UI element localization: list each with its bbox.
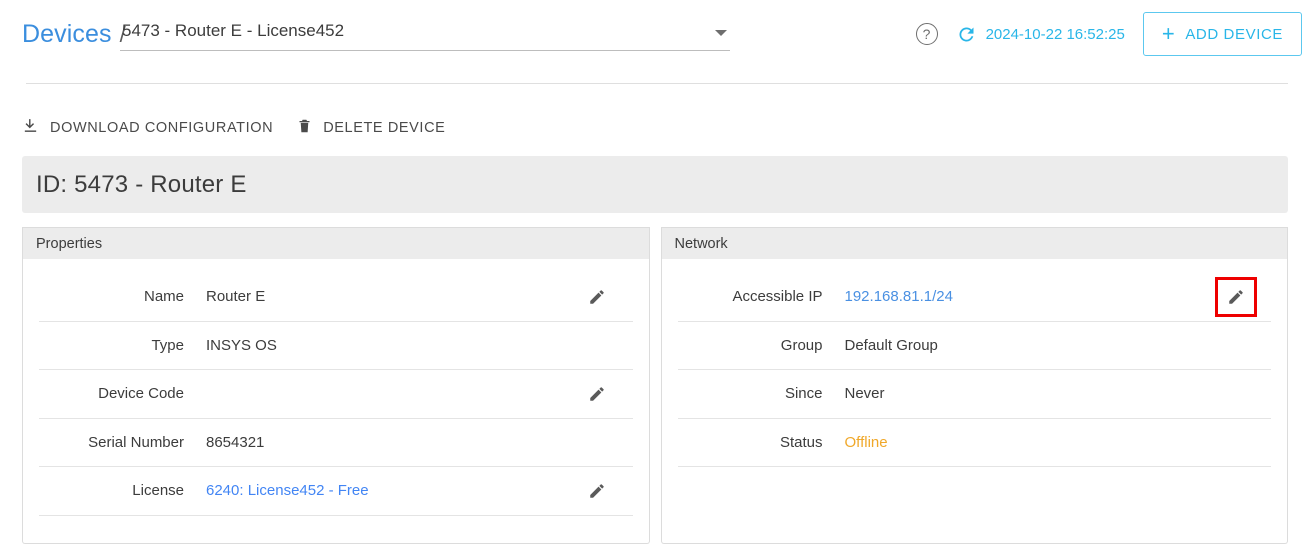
page-header: Devices / 5473 - Router E - License452 ?… <box>0 0 1310 84</box>
row-value: INSYS OS <box>206 336 277 354</box>
edit-pencil-icon[interactable] <box>581 281 613 313</box>
table-row: Group Default Group <box>677 322 1271 370</box>
add-device-button[interactable]: + ADD DEVICE <box>1142 12 1302 56</box>
table-row: License 6240: License452 - Free <box>39 467 633 516</box>
edit-pencil-icon[interactable] <box>581 378 613 410</box>
properties-rows: Name Router E Type INSYS OS Device Code <box>23 273 649 516</box>
row-label: Accessible IP <box>732 288 823 306</box>
header-divider <box>26 83 1288 84</box>
breadcrumb-devices-link[interactable]: Devices <box>22 20 112 49</box>
delete-device-label: DELETE DEVICE <box>323 120 446 136</box>
row-label: Serial Number <box>88 433 184 451</box>
add-device-label: ADD DEVICE <box>1185 25 1283 43</box>
table-row: Since Never <box>677 370 1271 419</box>
row-label: Since <box>784 385 823 403</box>
page-title: ID: 5473 - Router E <box>36 170 247 198</box>
download-configuration-button[interactable]: DOWNLOAD CONFIGURATION <box>22 117 273 139</box>
row-label: Type <box>151 336 184 354</box>
header-actions: ? 2024-10-22 16:52:25 + ADD DEVICE <box>915 12 1310 56</box>
row-label: Status <box>779 433 823 451</box>
table-row: Device Code <box>39 370 633 419</box>
device-detail-page: Devices / 5473 - Router E - License452 ?… <box>0 0 1310 544</box>
network-panel-title: Network <box>674 235 728 252</box>
table-row: Accessible IP 192.168.81.1/24 <box>677 273 1271 322</box>
status-badge: Offline <box>844 433 888 451</box>
row-label: Device Code <box>98 385 184 403</box>
chevron-down-icon <box>715 30 727 36</box>
network-panel-header: Network <box>660 227 1288 259</box>
network-rows: Accessible IP 192.168.81.1/24 Group Defa… <box>662 273 1288 467</box>
last-refresh-timestamp: 2024-10-22 16:52:25 <box>985 25 1125 43</box>
properties-panel-title: Properties <box>36 235 103 252</box>
device-title-bar: ID: 5473 - Router E <box>22 156 1288 213</box>
help-icon[interactable]: ? <box>915 23 938 45</box>
table-row: Name Router E <box>39 273 633 322</box>
plus-icon: + <box>1161 21 1176 46</box>
accessible-ip-link[interactable]: 192.168.81.1/24 <box>845 288 1216 305</box>
trash-icon <box>297 117 312 140</box>
action-bar: DOWNLOAD CONFIGURATION DELETE DEVICE <box>22 110 469 146</box>
refresh-icon[interactable] <box>956 24 977 45</box>
download-configuration-label: DOWNLOAD CONFIGURATION <box>50 120 274 136</box>
table-row: Status Offline <box>677 419 1271 467</box>
breadcrumb: Devices / <box>22 20 132 49</box>
properties-panel-header: Properties <box>22 227 650 259</box>
properties-panel: Properties Name Router E Type INSYS OS D… <box>22 227 650 544</box>
device-select-dropdown[interactable]: 5473 - Router E - License452 <box>120 21 730 51</box>
device-select-value: 5473 - Router E - License452 <box>122 21 345 40</box>
table-row: Serial Number 8654321 <box>39 419 633 467</box>
row-value: Default Group <box>844 336 938 354</box>
edit-pencil-icon-highlighted[interactable] <box>1215 276 1257 317</box>
row-label: License <box>132 482 184 500</box>
network-panel: Network Accessible IP 192.168.81.1/24 Gr… <box>660 227 1288 544</box>
row-value: Router E <box>206 288 266 306</box>
row-value: 8654321 <box>206 433 265 451</box>
row-label: Name <box>143 288 184 306</box>
row-label: Group <box>780 336 823 354</box>
delete-device-button[interactable]: DELETE DEVICE <box>297 117 445 140</box>
table-row: Type INSYS OS <box>39 322 633 370</box>
download-icon <box>22 117 39 139</box>
edit-pencil-icon[interactable] <box>581 475 613 507</box>
row-value: Never <box>844 385 885 403</box>
detail-panels: Properties Name Router E Type INSYS OS D… <box>22 227 1288 544</box>
license-link[interactable]: 6240: License452 - Free <box>206 482 581 499</box>
